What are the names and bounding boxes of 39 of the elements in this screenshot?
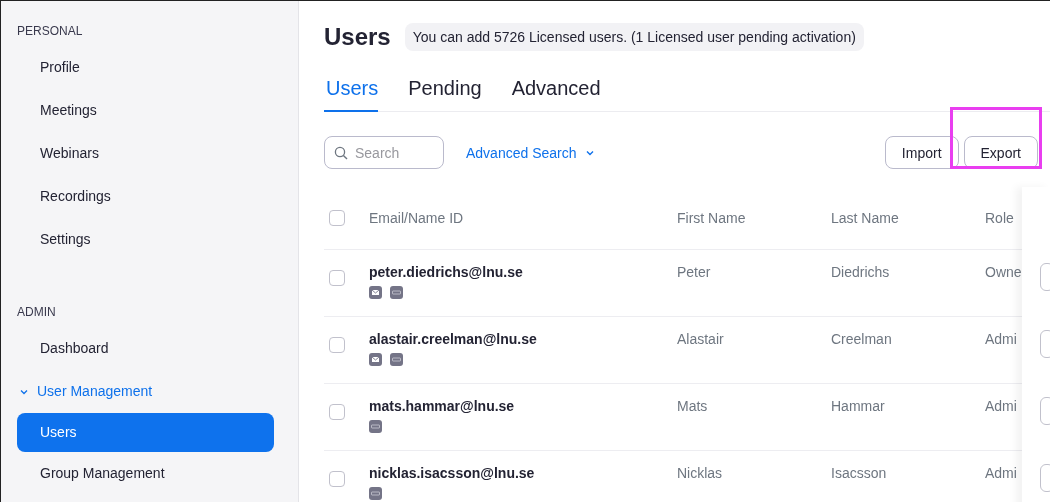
table-cell: Peter [677, 264, 711, 280]
section-heading: ADMIN [16, 304, 57, 321]
table-cell: Mats [677, 398, 708, 414]
user-email: nicklas.isacsson@lnu.se [369, 465, 535, 481]
sidebar-item[interactable]: Dashboard [1, 327, 298, 370]
import-button[interactable]: Import [884, 136, 959, 169]
table-cell: Owne [985, 264, 1022, 280]
table-cell: Diedrichs [831, 264, 890, 280]
column-header[interactable]: Last Name [831, 210, 899, 226]
search-field[interactable]: Search [324, 136, 444, 169]
sidebar-item[interactable]: Webinars [1, 132, 298, 175]
table-cell: Admi [985, 398, 1017, 414]
user-email: mats.hammar@lnu.se [369, 398, 515, 414]
table-cell: Creelman [831, 331, 892, 347]
column-header[interactable]: Role [985, 210, 1014, 226]
table-cell: Admi [985, 465, 1017, 481]
section-heading: PERSONAL [16, 23, 84, 40]
sidebar-item[interactable]: Meetings [1, 89, 298, 132]
column-header[interactable]: Email/Name ID [369, 210, 464, 226]
sidebar-item[interactable]: Profile [1, 46, 298, 89]
page-title: Users [324, 23, 391, 51]
user-email: alastair.creelman@lnu.se [369, 331, 537, 347]
column-header[interactable]: First Name [677, 210, 746, 226]
sidebar-item[interactable]: User Management [1, 370, 298, 413]
table-cell: Isacsson [831, 465, 887, 481]
sidebar-item[interactable]: Group Management [1, 452, 298, 495]
sidebar-item[interactable]: Users [17, 413, 274, 452]
tab[interactable]: Users [324, 71, 379, 112]
sidebar-item[interactable]: Settings [1, 218, 298, 261]
user-email: peter.diedrichs@lnu.se [369, 264, 523, 280]
table-cell: Admi [985, 331, 1017, 347]
license-notice: You can add 5726 Licensed users. (1 Licensed user pending activation) [404, 23, 864, 51]
tab[interactable]: Pending [406, 71, 482, 112]
sidebar-item[interactable]: Recordings [1, 175, 298, 218]
tab[interactable]: Advanced [509, 71, 601, 112]
table-cell: Hammar [831, 398, 885, 414]
table-cell: Alastair [677, 331, 724, 347]
advanced-search-link[interactable]: Advanced Search [466, 144, 595, 161]
table-cell: Nicklas [677, 465, 723, 481]
